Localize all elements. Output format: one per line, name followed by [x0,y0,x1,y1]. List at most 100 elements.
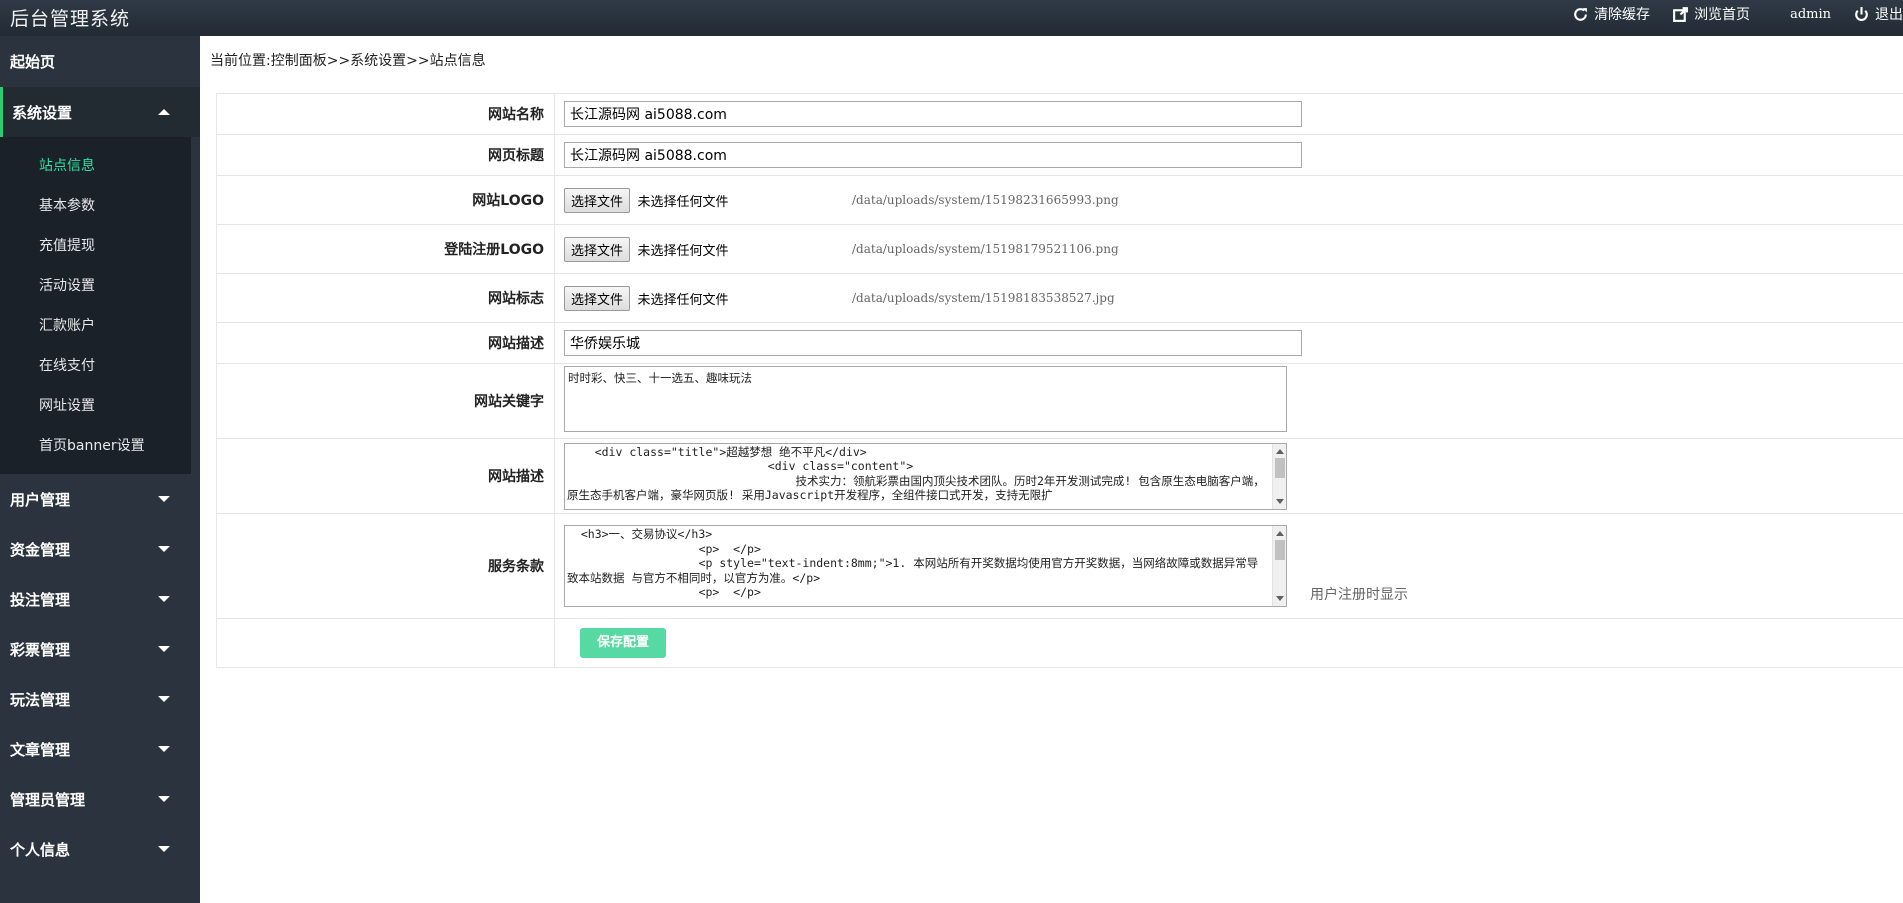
form-row-site-name: 网站名称 [216,93,1903,135]
scrollbar[interactable] [1272,526,1286,606]
power-icon [1855,6,1868,21]
scroll-thumb[interactable] [1275,540,1285,560]
field-label: 网站LOGO [216,175,555,225]
sidebar-group-articles[interactable]: 文章管理 [0,724,200,774]
top-bar: 后台管理系统 清除缓存 浏览首页 admin 退出 [0,0,1903,36]
sidebar-group-system-settings[interactable]: 系统设置 [0,87,200,137]
terms-content: <h3>一、交易协议</h3> <p> </p> <p style="text-… [567,527,1259,600]
sidebar-group-label: 用户管理 [10,490,71,509]
site-name-input[interactable] [564,101,1302,127]
form-row-site-desc: 网站描述 [216,322,1903,364]
scroll-thumb[interactable] [1275,457,1285,478]
sidebar-group-label: 资金管理 [10,540,71,559]
logout-label: 退出 [1875,7,1903,23]
sidebar-group-label: 个人信息 [10,840,71,859]
field-label: 网页标题 [216,134,555,176]
form-row-site-mark: 网站标志 选择文件 未选择任何文件 /data/uploads/system/1… [216,273,1903,323]
browse-home-label: 浏览首页 [1694,7,1751,23]
login-logo-file-button[interactable]: 选择文件 [564,236,631,262]
field-label: 网站标志 [216,273,555,323]
field-label: 登陆注册LOGO [216,224,555,274]
site-info-form: 网站名称 网页标题 网站LOGO 选择文件 未选择任何文件 /data/uplo… [216,93,1903,668]
sidebar-group-gameplay[interactable]: 玩法管理 [0,674,200,724]
keywords-textarea[interactable]: 时时彩、快三、十一选五、趣味玩法 [564,366,1287,432]
sidebar-group-lottery[interactable]: 彩票管理 [0,624,200,674]
scroll-down-icon [1276,596,1284,601]
form-row-terms: 服务条款 <h3>一、交易协议</h3> <p> </p> <p style="… [216,513,1903,619]
sidebar-group-label: 玩法管理 [10,690,71,709]
sidebar-group-label: 文章管理 [10,740,71,759]
sidebar-item-url-settings[interactable]: 网址设置 [0,386,191,426]
browse-home-button[interactable]: 浏览首页 [1672,4,1750,24]
caret-down-icon [158,746,170,752]
logo-file-status: 未选择任何文件 [637,194,729,210]
header-tools: 清除缓存 浏览首页 admin 退出 [1550,0,1903,28]
sidebar-group-label: 投注管理 [10,590,71,609]
terms-hint: 用户注册时显示 [1310,587,1408,603]
clear-cache-button[interactable]: 清除缓存 [1572,4,1650,24]
clear-cache-label: 清除缓存 [1594,7,1651,23]
site-desc-input[interactable] [564,330,1302,356]
field-label: 网站描述 [216,322,555,364]
form-row-login-logo: 登陆注册LOGO 选择文件 未选择任何文件 /data/uploads/syst… [216,224,1903,274]
caret-down-icon [158,696,170,702]
sidebar-group-admins[interactable]: 管理员管理 [0,774,200,824]
field-label: 服务条款 [216,513,555,619]
scroll-up-icon [1276,448,1284,454]
caret-down-icon [158,496,170,502]
mark-path: /data/uploads/system/15198183538527.jpg [852,291,1115,305]
sidebar-item-banner-settings[interactable]: 首页banner设置 [0,426,191,466]
field-label: 网站关键字 [216,363,555,439]
login-logo-file-status: 未选择任何文件 [637,243,729,259]
save-config-button[interactable]: 保存配置 [580,628,666,658]
empty-label-cell [216,618,555,668]
sidebar-group-users[interactable]: 用户管理 [0,474,200,524]
sidebar: 起始页 系统设置 站点信息 基本参数 充值提现 活动设置 汇款账户 在线支付 网… [0,36,200,903]
login-logo-path: /data/uploads/system/15198179521106.png [852,242,1119,256]
sidebar-item-site-info[interactable]: 站点信息 [0,146,191,186]
form-row-site-desc-html: 网站描述 <div class="title">超越梦想 绝不平凡</div> … [216,438,1903,514]
form-row-page-title: 网页标题 [216,134,1903,176]
form-row-actions: 保存配置 [216,618,1903,668]
desc-html-content: <div class="title">超越梦想 绝不平凡</div> <div … [567,444,1265,503]
external-link-icon [1673,6,1688,22]
mark-file-button[interactable]: 选择文件 [564,285,631,311]
sidebar-item-recharge-withdraw[interactable]: 充值提现 [0,226,191,266]
current-user: admin [1790,6,1831,22]
sidebar-item-basic-params[interactable]: 基本参数 [0,186,191,226]
sidebar-home[interactable]: 起始页 [0,36,200,87]
caret-down-icon [158,796,170,802]
sidebar-group-bets[interactable]: 投注管理 [0,574,200,624]
desc-html-textarea[interactable]: <div class="title">超越梦想 绝不平凡</div> <div … [564,442,1287,510]
sidebar-group-label: 系统设置 [12,103,73,122]
sidebar-item-activity-settings[interactable]: 活动设置 [0,266,191,306]
scrollbar[interactable] [1272,443,1286,509]
scroll-down-icon [1276,498,1284,504]
app-title: 后台管理系统 [10,8,131,30]
logo-file-button[interactable]: 选择文件 [564,187,631,213]
sidebar-group-label: 管理员管理 [10,790,86,809]
logout-button[interactable]: 退出 [1853,4,1903,24]
caret-up-icon [158,109,170,115]
field-label: 网站名称 [216,93,555,135]
breadcrumb: 当前位置:控制面板>>系统设置>>站点信息 [210,53,486,69]
system-settings-submenu: 站点信息 基本参数 充值提现 活动设置 汇款账户 在线支付 网址设置 首页ban… [0,137,191,474]
form-row-keywords: 网站关键字 时时彩、快三、十一选五、趣味玩法 [216,363,1903,439]
scroll-up-icon [1276,531,1284,536]
form-row-logo: 网站LOGO 选择文件 未选择任何文件 /data/uploads/system… [216,175,1903,225]
sidebar-group-label: 彩票管理 [10,640,71,659]
mark-file-status: 未选择任何文件 [637,292,729,308]
sidebar-group-funds[interactable]: 资金管理 [0,524,200,574]
page-title-input[interactable] [564,142,1302,168]
sidebar-item-online-payment[interactable]: 在线支付 [0,346,191,386]
field-label: 网站描述 [216,438,555,514]
caret-down-icon [158,846,170,852]
caret-down-icon [158,546,170,552]
sidebar-item-remit-accounts[interactable]: 汇款账户 [0,306,191,346]
logo-path: /data/uploads/system/15198231665993.png [852,193,1119,207]
caret-down-icon [158,596,170,602]
sidebar-group-profile[interactable]: 个人信息 [0,824,200,874]
terms-textarea[interactable]: <h3>一、交易协议</h3> <p> </p> <p style="text-… [564,525,1287,607]
sidebar-groups: 用户管理 资金管理 投注管理 彩票管理 玩法管理 文章管理 管理员管理 个人信息 [0,474,200,874]
main-content: 当前位置:控制面板>>系统设置>>站点信息 网站名称 网页标题 网站LOGO 选… [200,36,1903,903]
